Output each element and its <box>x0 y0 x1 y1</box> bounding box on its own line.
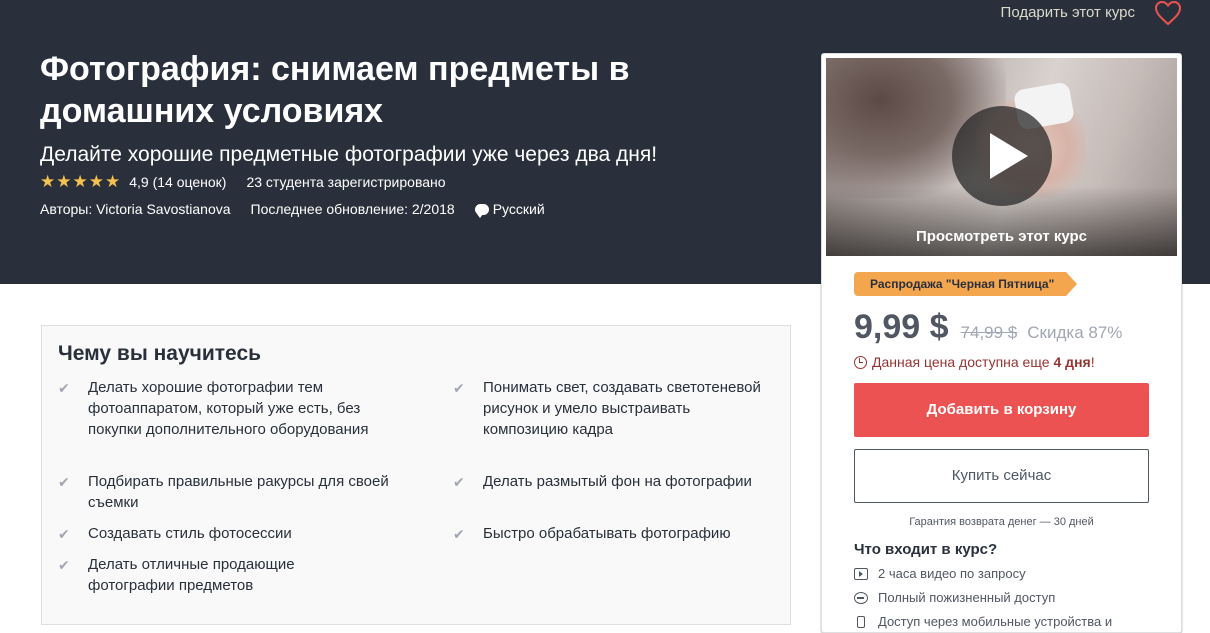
star-icon: ★ <box>72 172 88 191</box>
preview-label: Просмотреть этот курс <box>915 228 1088 245</box>
learn-item: ✔ Делать размытый фон на фотографии <box>437 471 787 492</box>
gift-course-link[interactable]: Подарить этот курс <box>1001 4 1135 22</box>
video-icon <box>854 568 868 580</box>
heart-icon[interactable] <box>1154 0 1182 26</box>
original-price: 74,99 $ <box>960 323 1018 342</box>
star-icon: ★ <box>105 172 121 191</box>
learn-item: ✔ Создавать стиль фотосессии <box>42 523 402 544</box>
current-price: 9,99 $ <box>854 308 949 346</box>
mobile-icon <box>857 616 865 628</box>
star-icon: ★ <box>40 172 56 191</box>
timer-text: Данная цена доступна еще <box>872 354 1050 370</box>
learn-item: ✔ Делать хорошие фотографии тем фотоаппа… <box>42 377 402 440</box>
check-icon: ✔ <box>58 474 70 490</box>
learn-item-text: Создавать стиль фотосессии <box>88 525 292 542</box>
course-title: Фотография: снимаем предметы в домашних … <box>40 50 630 130</box>
learn-item-text: Делать размытый фон на фотографии <box>483 473 752 490</box>
price-timer: Данная цена доступна еще 4 дня ! <box>854 353 1095 371</box>
include-text: Полный пожизненный доступ <box>878 590 1056 605</box>
sale-badge: Распродажа "Черная Пятница" <box>854 272 1078 296</box>
include-item: 2 часа видео по запросу <box>854 566 1026 582</box>
include-text: 2 часа видео по запросу <box>878 566 1026 581</box>
course-language: Русский <box>492 201 545 217</box>
learn-item: ✔ Быстро обрабатывать фотографию <box>437 523 777 544</box>
check-icon: ✔ <box>453 526 465 542</box>
learn-item: ✔ Делать отличные продающие фотографии п… <box>42 554 342 596</box>
purchase-card: Просмотреть этот курс Распродажа "Черная… <box>821 53 1182 633</box>
learn-item-text: Подбирать правильные ракурсы для своей с… <box>88 473 389 511</box>
infinity-icon <box>854 592 868 604</box>
money-back-guarantee: Гарантия возврата денег — 30 дней <box>909 516 1094 528</box>
learn-item-text: Делать хорошие фотографии тем фотоаппара… <box>88 379 369 438</box>
timer-value: 4 дня <box>1053 354 1091 370</box>
add-to-cart-button[interactable]: Добавить в корзину <box>854 383 1149 437</box>
course-preview-video[interactable]: Просмотреть этот курс <box>826 58 1177 256</box>
rating-stars: ★ ★ ★ ★ ★ <box>40 173 121 191</box>
what-you-will-learn: Чему вы научитесь ✔ Делать хорошие фотог… <box>41 325 791 625</box>
includes-title: Что входит в курс? <box>854 541 998 558</box>
price-row: 9,99 $ 74,99 $ Скидка 87% <box>854 308 1122 346</box>
timer-suffix: ! <box>1090 354 1095 370</box>
rating-row: ★ ★ ★ ★ ★ 4,9 (14 оценок) 23 студента за… <box>40 173 446 191</box>
check-icon: ✔ <box>453 474 465 490</box>
buy-now-button[interactable]: Купить сейчас <box>854 449 1149 503</box>
play-icon[interactable] <box>952 106 1052 206</box>
learn-title: Чему вы научитесь <box>58 342 262 365</box>
speech-bubble-icon <box>474 203 489 218</box>
learn-item-text: Быстро обрабатывать фотографию <box>483 525 731 542</box>
discount-label: Скидка 87% <box>1027 323 1123 342</box>
authors-link[interactable]: Авторы: Victoria Savostianova <box>40 200 231 218</box>
star-icon: ★ <box>56 172 72 191</box>
meta-row: Авторы: Victoria Savostianova Последнее … <box>40 200 545 218</box>
learn-item-text: Делать отличные продающие фотографии пре… <box>88 556 295 594</box>
include-text: Доступ через мобильные устройства и <box>878 614 1113 629</box>
learn-item-text: Понимать свет, создавать светотеневой ри… <box>483 379 761 438</box>
check-icon: ✔ <box>58 557 70 573</box>
enrolled-count: 23 студента зарегистрировано <box>246 174 446 190</box>
include-item: Доступ через мобильные устройства и <box>854 614 1112 630</box>
learn-item: ✔ Подбирать правильные ракурсы для своей… <box>42 471 402 513</box>
course-subtitle: Делайте хорошие предметные фотографии уж… <box>40 143 658 166</box>
learn-item: ✔ Понимать свет, создавать светотеневой … <box>437 377 777 440</box>
check-icon: ✔ <box>58 380 70 396</box>
check-icon: ✔ <box>58 526 70 542</box>
last-updated: Последнее обновление: 2/2018 <box>250 201 455 217</box>
check-icon: ✔ <box>453 380 465 396</box>
alarm-clock-icon <box>854 355 867 369</box>
star-icon: ★ <box>88 172 104 191</box>
include-item: Полный пожизненный доступ <box>854 590 1055 606</box>
rating-text[interactable]: 4,9 (14 оценок) <box>129 173 226 191</box>
